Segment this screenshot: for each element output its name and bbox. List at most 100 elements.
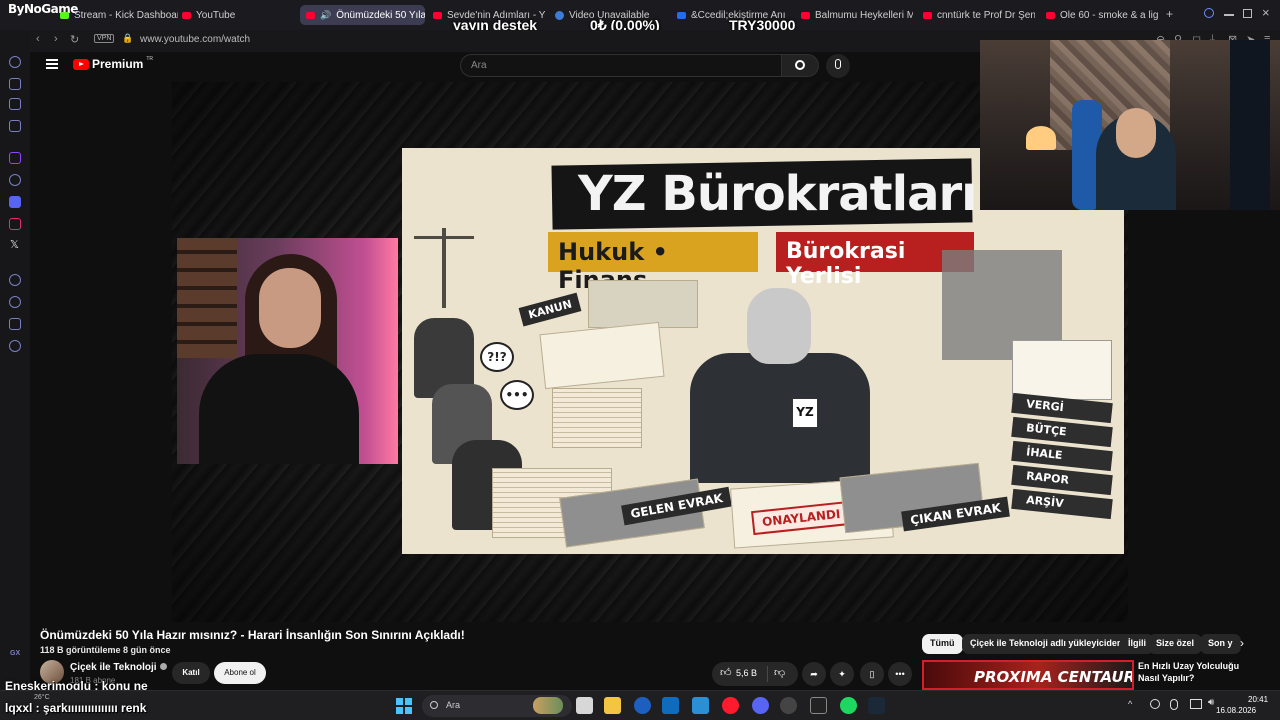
growth-chart-image: [1012, 340, 1112, 400]
twitch-icon[interactable]: [9, 152, 21, 164]
bookshelf: [177, 238, 237, 358]
recommendation-filter-chips: Tümü Çiçek ile Teknoloji adlı yükleyicid…: [922, 634, 1252, 656]
search-button[interactable]: [781, 54, 819, 77]
photos-icon[interactable]: [692, 697, 709, 714]
video-title: Önümüzdeki 50 Yıla Hazır mısınız? - Hara…: [40, 628, 465, 642]
youtube-icon: [801, 11, 810, 19]
network-icon[interactable]: [1190, 699, 1202, 709]
vpn-badge[interactable]: VPN: [94, 34, 115, 43]
presenter-face: [259, 268, 321, 348]
messenger-icon[interactable]: [9, 120, 21, 132]
tab-cnnturk[interactable]: cnntürk te Prof Dr Şener: [923, 5, 1035, 25]
robot-bureaucrat-body: [690, 353, 870, 483]
close-icon[interactable]: ×: [1262, 5, 1270, 20]
minimize-icon[interactable]: [1224, 14, 1234, 16]
voice-search-button[interactable]: [826, 54, 850, 78]
windows-taskbar: 26°C Ara ^ 🔊︎ 20:41 16.08.2026: [0, 690, 1280, 720]
sparkle-icon: ✦: [838, 668, 846, 679]
clock[interactable]: 20:41 16.08.2026: [1216, 694, 1268, 716]
audio-playing-icon[interactable]: 🔊: [320, 10, 331, 21]
dislike-icon[interactable]: 👎︎: [774, 666, 785, 679]
browser-sidebar: 𝕏 GX: [0, 30, 30, 690]
back-icon[interactable]: ‹: [36, 33, 40, 45]
youtube-premium-logo[interactable]: Premium TR: [73, 56, 153, 71]
file-explorer-icon[interactable]: [604, 697, 621, 714]
task-view-icon[interactable]: [576, 697, 593, 714]
search-highlight-icon[interactable]: [533, 697, 563, 714]
forward-icon[interactable]: ›: [54, 33, 58, 45]
spotify-icon[interactable]: [840, 697, 857, 714]
maximize-icon[interactable]: [1243, 9, 1252, 18]
ask-button[interactable]: ✦: [830, 662, 854, 686]
save-button[interactable]: ▯: [860, 662, 884, 686]
history-icon[interactable]: [9, 296, 21, 308]
tab-balmumu[interactable]: Balmumu Heykelleri Müz: [801, 5, 913, 25]
cube-icon[interactable]: [9, 318, 21, 330]
tray-chevron-icon[interactable]: ^: [1128, 699, 1132, 709]
youtube-icon: [1046, 11, 1055, 19]
subscribe-button[interactable]: Abone ol: [214, 662, 266, 684]
thinking-bubble: •••: [500, 380, 534, 410]
wallet-icon[interactable]: [9, 98, 21, 110]
outlook-icon[interactable]: [662, 697, 679, 714]
bag-icon[interactable]: [9, 78, 21, 90]
discord-icon[interactable]: [752, 697, 769, 714]
channel-name[interactable]: Çiçek ile Teknoloji: [70, 662, 167, 673]
hamburger-menu-icon[interactable]: [46, 59, 58, 69]
like-icon[interactable]: 👍︎: [720, 666, 732, 679]
steam-icon[interactable]: [868, 697, 885, 714]
like-dislike-group: 👍︎ 5,6 B 👎︎: [712, 662, 798, 686]
reload-icon[interactable]: ↻: [70, 33, 79, 46]
like-count[interactable]: 5,6 B: [736, 668, 757, 678]
video-views-date[interactable]: 118 B görüntüleme 8 gün önce: [40, 645, 171, 655]
tab-ole60[interactable]: Ole 60 - smoke & a light (: [1046, 5, 1158, 25]
new-tab-icon[interactable]: +: [1166, 7, 1173, 21]
player-icon[interactable]: [9, 274, 21, 286]
streamer-face: [1116, 108, 1156, 158]
search-input[interactable]: Ara: [460, 54, 782, 77]
chip-all[interactable]: Tümü: [922, 634, 963, 654]
url-field[interactable]: www.youtube.com/watch: [140, 34, 250, 45]
youtube-play-icon: [73, 58, 89, 70]
share-button[interactable]: ➦: [802, 662, 826, 686]
lamp: [1026, 126, 1056, 150]
recommended-video-thumbnail[interactable]: PROXIMA CENTAURI: [922, 660, 1134, 690]
robot-yz-badge: YZ: [792, 398, 818, 428]
join-button[interactable]: Katıl: [172, 662, 210, 684]
kick-icon: [60, 11, 69, 19]
chevron-right-icon[interactable]: ›: [1240, 636, 1244, 650]
recommended-video-title[interactable]: En Hızlı Uzay Yolculuğu Nasıl Yapılır?: [1138, 660, 1258, 684]
youtube-icon: [182, 11, 191, 19]
lock-icon[interactable]: 🔒: [122, 33, 133, 44]
percent-icon[interactable]: [9, 174, 21, 186]
chat-message: lqxxl : şarkııııııııııııııı renk: [5, 701, 147, 715]
search-icon[interactable]: [1204, 8, 1214, 18]
x-icon[interactable]: 𝕏: [10, 238, 19, 251]
obs-icon[interactable]: [780, 697, 797, 714]
more-actions-button[interactable]: •••: [888, 662, 912, 686]
paper-stack-mid: [552, 388, 642, 448]
weather-widget[interactable]: 26°C: [34, 694, 50, 701]
opera-gx-icon[interactable]: [722, 697, 739, 714]
tab-kick-dashboard[interactable]: Stream - Kick Dashboard: [60, 5, 178, 25]
ea-icon[interactable]: [634, 697, 651, 714]
volume-icon[interactable]: 🔊︎: [1208, 697, 1214, 708]
tray-app-icon[interactable]: [1150, 699, 1160, 709]
instagram-icon[interactable]: [9, 218, 21, 230]
refresh-panel-icon[interactable]: [9, 56, 21, 68]
tab-youtube[interactable]: YouTube: [182, 5, 292, 25]
search-icon: [430, 701, 438, 709]
globe-icon: [555, 10, 564, 20]
gx-icon[interactable]: GX: [10, 650, 20, 657]
settings-icon[interactable]: [9, 340, 21, 352]
chip-recent[interactable]: Son y: [1200, 634, 1241, 654]
tab-current-video[interactable]: 🔊 Önümüzdeki 50 Yıla Ha: [300, 5, 425, 25]
v-icon: [677, 11, 686, 19]
divider: [767, 666, 768, 682]
microphone-icon[interactable]: [1170, 699, 1178, 710]
discord-icon[interactable]: [9, 196, 21, 208]
chip-for-you[interactable]: Size özel: [1148, 634, 1203, 654]
chip-uploader[interactable]: Çiçek ile Teknoloji adlı yükleyiciden: [962, 634, 1131, 654]
epic-games-icon[interactable]: [810, 697, 827, 714]
windows-start-icon[interactable]: [396, 698, 412, 714]
